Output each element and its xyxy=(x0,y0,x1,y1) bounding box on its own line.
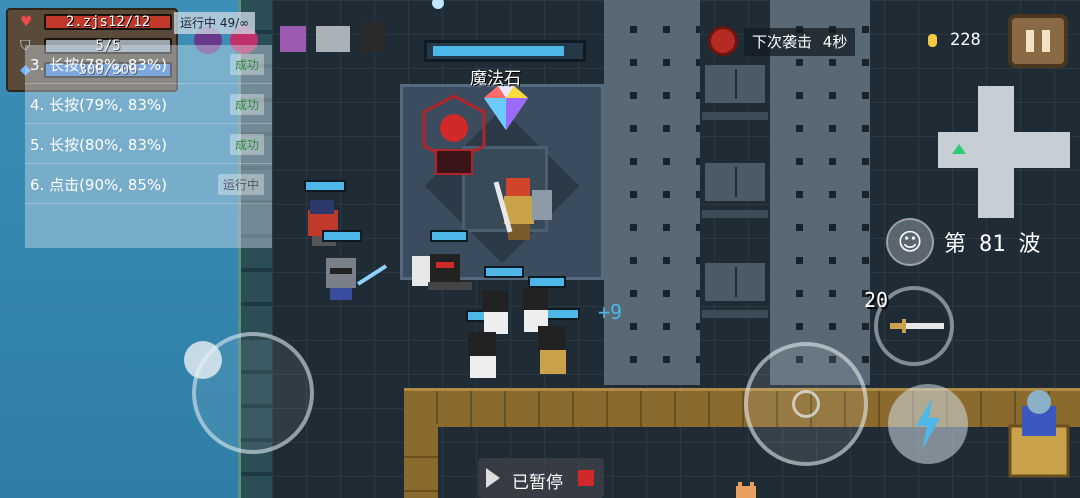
pause-icon-bar-right xyxy=(1042,30,1050,52)
ally-hp-bar xyxy=(304,180,346,192)
boss-hp-fill xyxy=(433,46,565,56)
spike-grate-left xyxy=(604,0,700,385)
door-3 xyxy=(702,260,768,304)
auto-script-panel: 3. 长按(78%, 83%) 成功 4. 长按(79%, 83%) 成功 5.… xyxy=(25,45,272,248)
heart-icon: ♥ xyxy=(20,14,33,30)
ally-hp-bar-4 xyxy=(484,266,524,278)
turret-ally xyxy=(1008,390,1070,478)
door-2 xyxy=(702,160,768,204)
spike-grate-right xyxy=(770,0,870,385)
minimap[interactable] xyxy=(938,86,1070,218)
script-row-status: 运行中 xyxy=(217,174,264,195)
gold-ledge xyxy=(404,388,1080,427)
next-wave-value: 4秒 xyxy=(822,33,848,51)
hp-bar: 2.zjs12/12 xyxy=(44,14,172,30)
player-knight xyxy=(493,178,552,240)
pet-icon xyxy=(736,482,756,498)
enemy-portraits xyxy=(280,22,386,52)
weapon-ammo: 20 xyxy=(864,288,889,312)
joystick-knob[interactable] xyxy=(184,341,222,379)
minimap-player-marker xyxy=(952,144,966,154)
door-bar-3 xyxy=(702,310,768,318)
crosshair-icon xyxy=(792,390,820,418)
sword-icon xyxy=(890,319,944,333)
script-row[interactable]: 6. 点击(90%, 85%) 运行中 xyxy=(25,165,272,204)
ally-group xyxy=(468,288,566,378)
lightning-icon xyxy=(916,398,940,450)
next-wave-label: 下次袭击 xyxy=(752,33,813,51)
script-row-text: 4. 长按(79%, 83%) xyxy=(30,96,167,114)
script-row[interactable]: 5. 长按(80%, 83%) 成功 xyxy=(25,125,272,164)
wave-number: 81 xyxy=(979,232,1006,257)
script-row-text: 3. 长按(78%, 83%) xyxy=(30,56,167,74)
ally-hp-bar-3 xyxy=(430,230,468,242)
door-bar-2 xyxy=(702,210,768,218)
script-run-status: 运行中 49/∞ xyxy=(174,12,256,34)
ally-knight-helmet xyxy=(326,258,388,300)
wave-counter: 第 81 波 xyxy=(944,226,1041,258)
paused-label: 已暂停 xyxy=(512,473,563,493)
wave-prefix: 第 xyxy=(944,232,967,257)
script-row-text: 5. 长按(80%, 83%) xyxy=(30,136,167,154)
boss-name: 魔法石 xyxy=(470,69,521,89)
smiley-icon[interactable]: ☺ xyxy=(886,218,934,266)
pause-icon-bar-left xyxy=(1026,30,1034,52)
red-turret-icon xyxy=(422,94,486,175)
wave-suffix: 波 xyxy=(1018,232,1041,257)
boss-hp-bar xyxy=(424,40,586,62)
stop-record-icon[interactable] xyxy=(578,470,594,486)
script-row[interactable]: 3. 长按(78%, 83%) 成功 xyxy=(25,45,272,84)
coin-count: 228 xyxy=(950,30,981,50)
coin-icon xyxy=(928,34,937,47)
script-row-status: 成功 xyxy=(229,134,264,155)
door-1 xyxy=(702,62,768,106)
ally-red-knight xyxy=(308,200,338,246)
next-wave-timer: 下次袭击 4秒 xyxy=(744,28,856,56)
alarm-clock-icon xyxy=(708,26,738,56)
hp-text: 2.zjs12/12 xyxy=(65,14,151,30)
play-icon[interactable] xyxy=(486,468,500,488)
skill-button[interactable] xyxy=(888,384,968,464)
script-row-text: 6. 点击(90%, 85%) xyxy=(30,176,167,194)
gold-ledge-vertical xyxy=(404,424,438,498)
script-row-status: 成功 xyxy=(229,94,264,115)
pause-button[interactable] xyxy=(1008,14,1068,68)
door-bar-1 xyxy=(702,112,768,120)
ally-hp-bar-2 xyxy=(322,230,362,242)
script-row-status: 成功 xyxy=(229,54,264,75)
attack-button[interactable] xyxy=(744,342,868,466)
projectile-icon xyxy=(432,0,444,9)
script-row[interactable]: 4. 长按(79%, 83%) 成功 xyxy=(25,85,272,124)
heal-popup: +9 xyxy=(598,300,623,324)
